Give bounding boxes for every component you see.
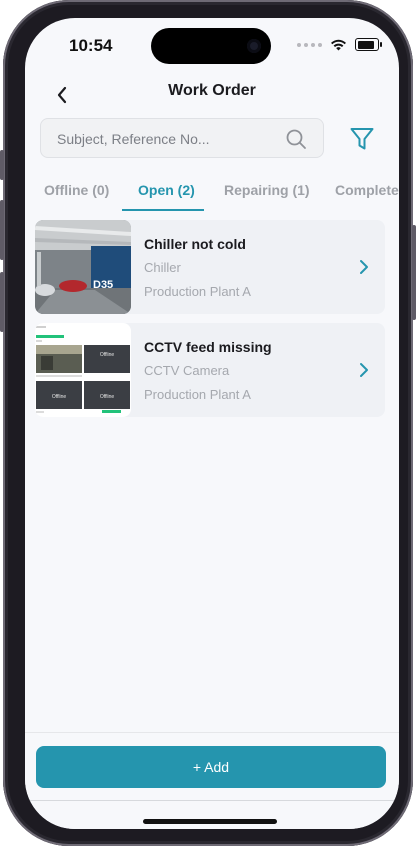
tab-open[interactable]: Open (2) <box>138 182 195 198</box>
tab-repairing[interactable]: Repairing (1) <box>224 182 310 198</box>
camera-status-label: Offline <box>100 394 115 400</box>
volume-down-button <box>0 272 4 332</box>
tab-offline[interactable]: Offline (0) <box>44 182 109 198</box>
add-work-order-button[interactable]: + Add <box>36 746 386 788</box>
work-order-thumbnail: Offline Offline Offline <box>35 323 131 417</box>
search-input[interactable] <box>55 119 289 159</box>
search-icon[interactable] <box>285 128 307 150</box>
volume-up-button <box>0 200 4 260</box>
work-order-location: Production Plant A <box>144 284 251 299</box>
status-time: 10:54 <box>69 36 113 55</box>
tab-complete[interactable]: Complete <box>335 182 399 198</box>
work-order-location: Production Plant A <box>144 387 251 402</box>
cctv-grid-screenshot: Offline Offline Offline <box>35 323 131 417</box>
work-order-title: Chiller not cold <box>144 236 246 252</box>
front-camera <box>247 39 261 53</box>
filter-button[interactable] <box>349 126 375 152</box>
status-bar: 10:54 <box>25 18 399 74</box>
phone-frame: 10:54 Work Order Subject, Reference No..… <box>0 0 416 846</box>
camera-status-label: Offline <box>52 394 67 400</box>
status-tabs: Offline (0) Open (2) Repairing (1) Compl… <box>25 176 399 214</box>
parking-photo: D35 <box>35 220 131 314</box>
search-bar <box>40 118 324 159</box>
dynamic-island <box>151 28 271 64</box>
active-tab-indicator <box>122 209 204 211</box>
wifi-icon <box>331 39 346 50</box>
work-order-card[interactable]: D35 Chiller not cold Chiller Production … <box>35 220 385 314</box>
work-order-thumbnail: D35 <box>35 220 131 314</box>
work-order-equipment: Chiller <box>144 260 181 275</box>
status-icons <box>297 38 382 51</box>
battery-icon <box>355 38 382 51</box>
action-button <box>0 150 4 180</box>
signal-icon <box>297 42 322 47</box>
filter-icon <box>350 128 374 150</box>
bottom-bar: + Add <box>25 732 399 829</box>
home-indicator[interactable] <box>143 819 277 824</box>
chevron-right-icon[interactable] <box>359 259 369 275</box>
power-button <box>412 225 416 320</box>
work-order-card[interactable]: Offline Offline Offline CCTV feed missin… <box>35 323 385 417</box>
page-title: Work Order <box>168 82 256 99</box>
work-order-title: CCTV feed missing <box>144 339 272 355</box>
work-order-equipment: CCTV Camera <box>144 363 230 378</box>
pillar-label: D35 <box>93 279 113 291</box>
app-screen: 10:54 Work Order Subject, Reference No..… <box>25 18 399 829</box>
chevron-right-icon[interactable] <box>359 362 369 378</box>
nav-header: Work Order <box>25 74 399 110</box>
camera-status-label: Offline <box>100 352 115 358</box>
divider <box>25 800 399 801</box>
